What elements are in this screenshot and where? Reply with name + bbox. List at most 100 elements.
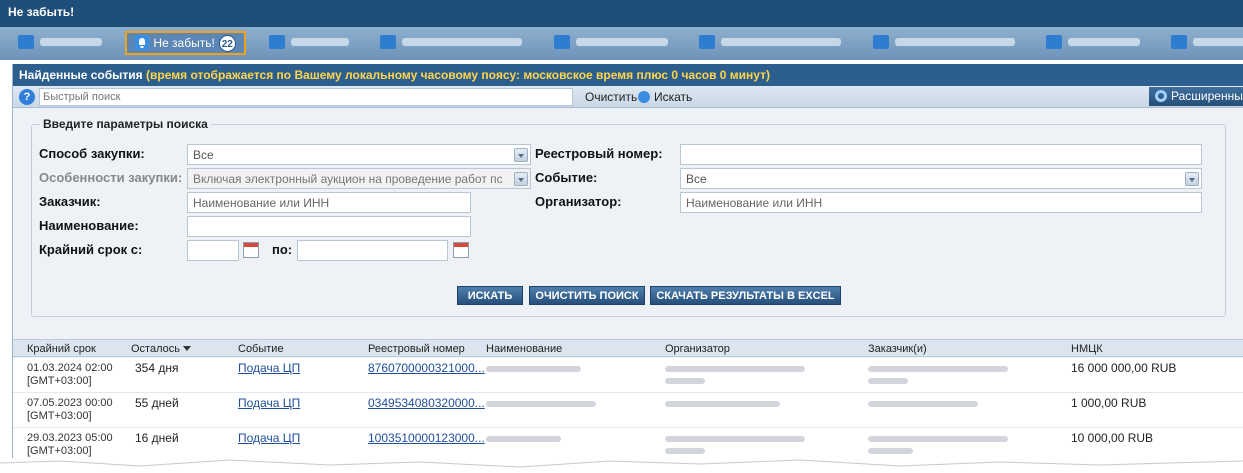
gear-icon xyxy=(1155,90,1167,102)
users-icon xyxy=(553,35,570,49)
event-select[interactable]: Все xyxy=(680,168,1202,189)
col-remaining-label: Осталось xyxy=(131,343,180,355)
row-remaining: 16 дней xyxy=(135,431,179,445)
calendar-icon[interactable] xyxy=(453,242,469,258)
requests-icon xyxy=(380,35,397,49)
method-select[interactable]: Все xyxy=(187,144,531,165)
quick-search-bar: ? Очистить Искать Расширенный поис xyxy=(13,86,1243,108)
event-label: Событие: xyxy=(535,170,598,185)
panel-title: Найденные события xyxy=(19,68,143,82)
row-organizer-redacted xyxy=(665,436,805,442)
tab-users[interactable] xyxy=(546,31,676,55)
row-event-link[interactable]: Подача ЦП xyxy=(238,397,300,410)
events-panel: Найденные события (время отображается по… xyxy=(12,64,1243,473)
deadline-from-input[interactable] xyxy=(187,240,239,261)
features-select[interactable]: Включая электронный аукцион на проведени… xyxy=(187,168,531,189)
row-deadline: 29.03.2023 05:00 [GMT+03:00] xyxy=(27,432,113,458)
tab-requests[interactable] xyxy=(372,31,530,55)
bell-icon xyxy=(135,35,150,50)
tab-administration[interactable] xyxy=(691,31,849,55)
customer-input[interactable]: Наименование или ИНН xyxy=(187,192,471,213)
col-nmck[interactable]: НМЦК xyxy=(1071,343,1103,355)
row-reg-number-link[interactable]: 8760700000321000... xyxy=(368,362,485,375)
col-organizer[interactable]: Организатор xyxy=(665,343,730,355)
col-customers[interactable]: Заказчик(и) xyxy=(868,343,927,355)
col-deadline[interactable]: Крайний срок xyxy=(27,343,96,355)
row-customer-redacted xyxy=(868,366,1008,372)
tab-notifications[interactable] xyxy=(865,31,1023,55)
deadline-from-label: Крайний срок с: xyxy=(39,242,143,257)
help-icon[interactable]: ? xyxy=(19,89,35,105)
table-row[interactable]: 07.05.2023 00:00 [GMT+03:00] 55 дней Пода… xyxy=(13,393,1243,428)
row-deadline-date: 07.05.2023 00:00 xyxy=(27,397,113,409)
row-remaining: 354 дня xyxy=(135,361,179,375)
clear-quick-search-button[interactable]: Очистить xyxy=(585,90,637,104)
row-name-redacted xyxy=(486,366,581,372)
organizer-input[interactable]: Наименование или ИНН xyxy=(680,192,1202,213)
tab-bar: Не забыть! 22 xyxy=(0,27,1243,60)
row-timezone: [GMT+03:00] xyxy=(27,375,92,387)
row-timezone: [GMT+03:00] xyxy=(27,445,92,457)
features-value: Включая электронный аукцион на проведени… xyxy=(193,172,503,186)
row-deadline: 01.03.2024 02:00 [GMT+03:00] xyxy=(27,362,113,388)
row-deadline: 07.05.2023 00:00 [GMT+03:00] xyxy=(27,397,113,423)
deadline-to-label: по: xyxy=(272,242,293,257)
tab-procedures[interactable] xyxy=(10,31,110,55)
col-reg-number[interactable]: Реестровый номер xyxy=(368,343,465,355)
results-table-header: Крайний срок Осталось Событие Реестровый… xyxy=(13,339,1243,357)
finance-icon xyxy=(1171,35,1188,49)
row-timezone: [GMT+03:00] xyxy=(27,410,92,422)
panel-timezone-note: (время отображается по Вашему локальному… xyxy=(146,68,771,82)
quick-search-button[interactable]: Искать xyxy=(638,90,692,104)
reg-number-label: Реестровый номер: xyxy=(535,146,663,161)
table-row[interactable]: 01.03.2024 02:00 [GMT+03:00] 354 дня Пода… xyxy=(13,358,1243,393)
sort-desc-icon xyxy=(182,346,191,351)
row-organizer-redacted-2 xyxy=(665,448,705,454)
row-organizer-redacted xyxy=(665,401,780,407)
event-value: Все xyxy=(686,172,707,186)
chevron-down-icon xyxy=(1185,172,1199,186)
row-nmck: 16 000 000,00 RUB xyxy=(1071,361,1177,375)
customer-label: Заказчик: xyxy=(39,194,101,209)
search-params-legend: Введите параметры поиска xyxy=(40,117,211,131)
organizer-placeholder: Наименование или ИНН xyxy=(686,196,823,210)
torn-edge xyxy=(0,458,1243,473)
clear-search-button[interactable]: ОЧИСТИТЬ ПОИСК xyxy=(529,286,645,305)
search-params-fieldset: Введите параметры поиска Способ закупки:… xyxy=(31,117,1226,317)
deadline-to-input[interactable] xyxy=(297,240,448,261)
panel-header: Найденные события (время отображается по… xyxy=(13,64,1243,86)
name-label: Наименование: xyxy=(39,218,139,233)
statistics-icon xyxy=(1045,35,1062,49)
export-excel-button[interactable]: СКАЧАТЬ РЕЗУЛЬТАТЫ В EXCEL xyxy=(650,286,841,305)
advanced-search-button[interactable]: Расширенный поис xyxy=(1149,87,1243,106)
tab-reminders[interactable]: Не забыть! 22 xyxy=(125,31,246,55)
row-reg-number-link[interactable]: 1003510000123000... xyxy=(368,432,485,445)
search-icon xyxy=(638,91,650,103)
row-customer-redacted-2 xyxy=(868,378,908,384)
contracts-icon xyxy=(269,35,286,49)
row-deadline-date: 29.03.2023 05:00 xyxy=(27,432,113,444)
quick-search-button-label: Искать xyxy=(654,90,693,104)
row-reg-number-link[interactable]: 0349534080320000... xyxy=(368,397,485,410)
tab-badge: 22 xyxy=(218,35,236,52)
name-input[interactable] xyxy=(187,216,471,237)
advanced-search-label: Расширенный поис xyxy=(1171,89,1243,103)
search-button[interactable]: ИСКАТЬ xyxy=(457,286,523,305)
tab-finance[interactable] xyxy=(1163,31,1243,55)
tab-statistics[interactable] xyxy=(1038,31,1148,55)
reg-number-input[interactable] xyxy=(680,144,1202,165)
organizer-label: Организатор: xyxy=(535,194,622,209)
col-remaining[interactable]: Осталось xyxy=(131,343,191,355)
row-customer-redacted-2 xyxy=(868,448,913,454)
col-name[interactable]: Наименование xyxy=(486,343,562,355)
row-event-link[interactable]: Подача ЦП xyxy=(238,362,300,375)
calendar-icon[interactable] xyxy=(243,242,259,258)
tab-contracts[interactable] xyxy=(261,31,357,55)
col-event[interactable]: Событие xyxy=(238,343,284,355)
method-label: Способ закупки: xyxy=(39,146,145,161)
row-event-link[interactable]: Подача ЦП xyxy=(238,432,300,445)
quick-search-input[interactable] xyxy=(39,88,573,106)
row-customer-redacted xyxy=(868,436,1008,442)
row-customer-redacted xyxy=(868,401,978,407)
administration-icon xyxy=(699,35,716,49)
